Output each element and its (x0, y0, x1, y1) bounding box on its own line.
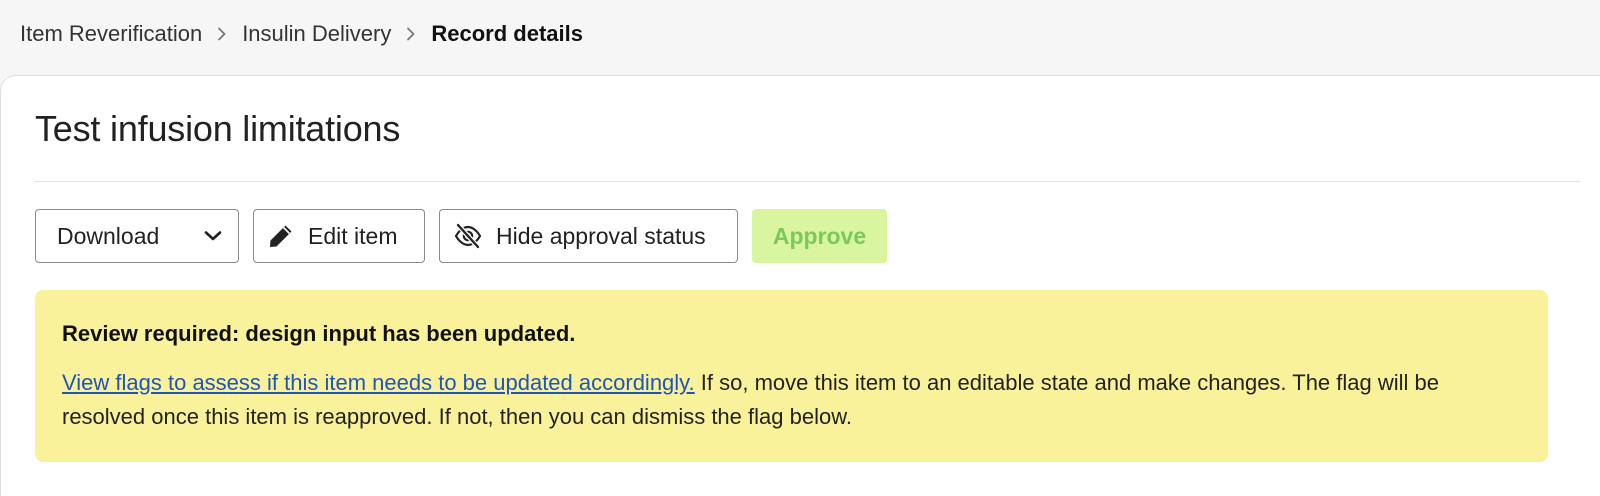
page-title: Test infusion limitations (35, 108, 401, 149)
approve-button[interactable]: Approve (752, 209, 887, 263)
pencil-icon (268, 223, 294, 249)
chevron-down-icon (204, 230, 222, 242)
review-required-alert: Review required: design input has been u… (35, 290, 1548, 462)
edit-item-label: Edit item (308, 222, 398, 249)
alert-body: View flags to assess if this item needs … (62, 366, 1522, 434)
download-dropdown-button[interactable]: Download (35, 209, 239, 263)
title-divider (35, 181, 1580, 182)
breadcrumb-current: Record details (431, 21, 583, 46)
edit-item-button[interactable]: Edit item (253, 209, 425, 263)
alert-title: Review required: design input has been u… (62, 321, 576, 346)
chevron-right-icon (391, 14, 431, 54)
breadcrumb-item-reverification[interactable]: Item Reverification (20, 21, 202, 47)
chevron-right-icon (202, 14, 242, 54)
hide-approval-status-button[interactable]: Hide approval status (439, 209, 738, 263)
breadcrumb-item-insulin-delivery[interactable]: Insulin Delivery (242, 21, 391, 47)
eye-slash-icon (454, 223, 482, 249)
hide-approval-status-label: Hide approval status (496, 222, 706, 249)
approve-label: Approve (772, 222, 867, 249)
download-label: Download (57, 222, 160, 249)
view-flags-link[interactable]: View flags to assess if this item needs … (62, 370, 695, 395)
breadcrumb: Item Reverification Insulin Delivery Rec… (20, 14, 583, 54)
action-toolbar: Download Edit item Hide approval status … (35, 209, 901, 263)
